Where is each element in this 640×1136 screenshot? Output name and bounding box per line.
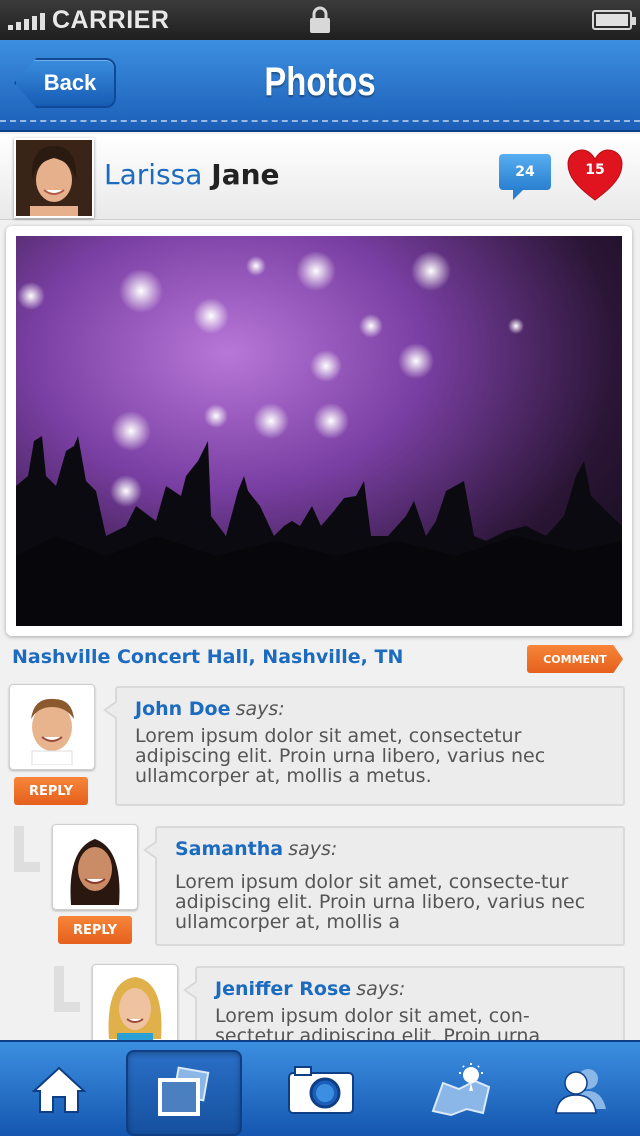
comment-bubble: John Doe says: Lorem ipsum dolor sit ame… <box>103 686 625 806</box>
photo-card <box>6 226 632 636</box>
tab-camera[interactable] <box>266 1042 376 1136</box>
comment-author[interactable]: John Doe <box>135 698 231 720</box>
status-bar: CARRIER <box>0 0 640 40</box>
like-count-badge[interactable]: 15 <box>566 148 624 202</box>
tab-friends[interactable] <box>526 1042 636 1136</box>
comment-avatar-jeniffer[interactable] <box>92 964 178 1050</box>
comment-author[interactable]: Samantha <box>175 838 283 860</box>
comment-author[interactable]: Jeniffer Rose <box>215 978 351 1000</box>
comment-text: Lorem ipsum dolor sit amet, consectetur … <box>135 725 546 787</box>
photos-icon <box>158 1066 210 1116</box>
reply-button[interactable]: REPLY <box>58 916 132 944</box>
carrier-label: CARRIER <box>52 6 170 34</box>
like-count-value: 15 <box>585 162 605 178</box>
battery-icon <box>592 10 636 30</box>
profile-name: Larissa Jane <box>104 158 280 191</box>
tab-map[interactable] <box>406 1042 516 1136</box>
comment-avatar-john[interactable] <box>9 684 95 770</box>
friends-icon <box>555 1069 606 1114</box>
concert-photo[interactable] <box>16 236 622 626</box>
signal-bars-icon <box>8 10 45 30</box>
comment-button[interactable]: COMMENT <box>527 645 623 673</box>
camera-icon <box>288 1066 354 1114</box>
lock-icon <box>308 6 332 34</box>
profile-header: Larissa Jane 24 15 <box>0 134 640 220</box>
comment-says: says: <box>288 838 338 860</box>
thread-indicator <box>14 826 40 872</box>
comment-says: says: <box>356 978 406 1000</box>
map-icon <box>431 1063 491 1117</box>
comment-says: says: <box>235 698 285 720</box>
tab-home[interactable] <box>4 1042 114 1136</box>
profile-first-name: Larissa <box>104 158 203 191</box>
comment-count-value: 24 <box>515 164 535 180</box>
avatar[interactable] <box>14 138 94 218</box>
comment-avatar-samantha[interactable] <box>52 824 138 910</box>
page-title: Photos <box>264 60 376 104</box>
comment-count-badge[interactable]: 24 <box>499 154 551 200</box>
profile-last-name: Jane <box>211 158 280 191</box>
navigation-bar: Back Photos <box>0 40 640 132</box>
tab-bar <box>0 1040 640 1136</box>
comment-bubble: Samantha says: Lorem ipsum dolor sit ame… <box>143 826 625 946</box>
tab-photos[interactable] <box>126 1050 242 1136</box>
comment-text: Lorem ipsum dolor sit amet, consecte-tur… <box>175 871 586 933</box>
photo-location[interactable]: Nashville Concert Hall, Nashville, TN <box>12 646 403 668</box>
thread-indicator <box>54 966 80 1012</box>
home-icon <box>31 1066 87 1113</box>
reply-button[interactable]: REPLY <box>14 777 88 805</box>
